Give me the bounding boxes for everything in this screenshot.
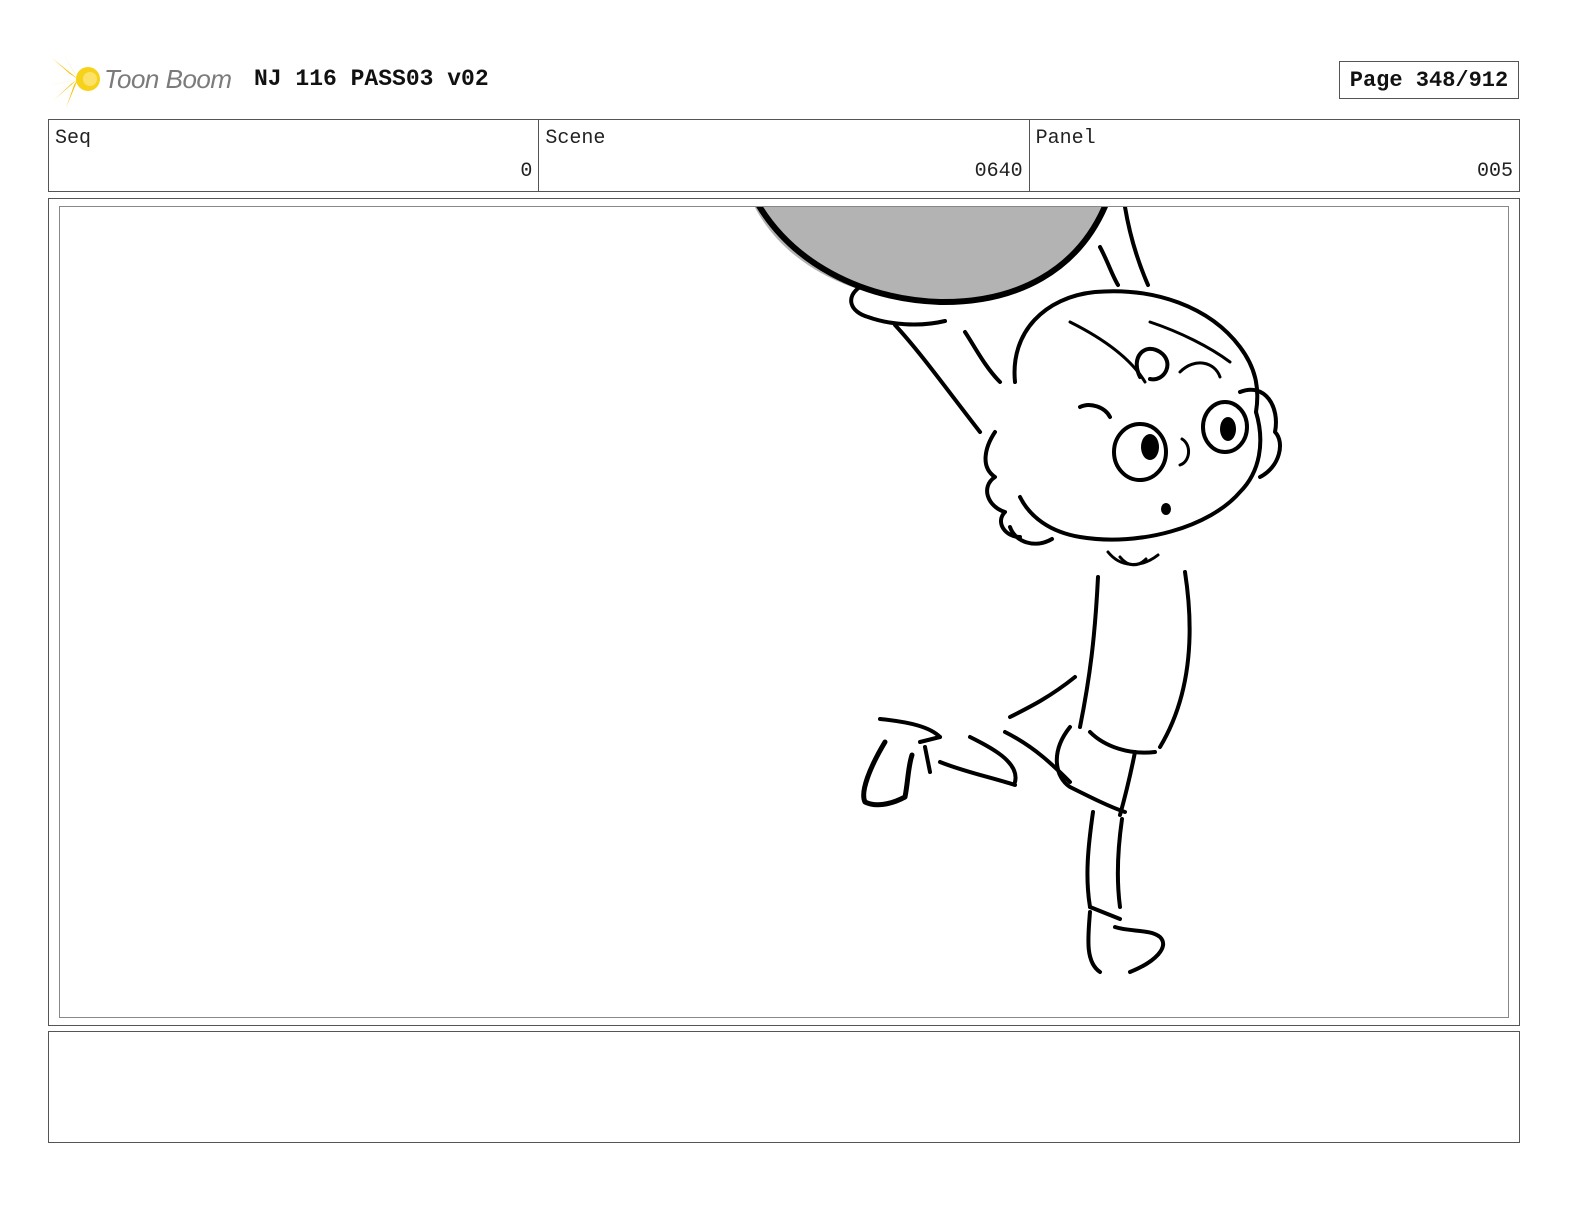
toon-boom-logo: Toon Boom [48,50,238,108]
scene-label: Scene [545,127,606,150]
notes-box [48,1031,1520,1143]
logo-text: Toon Boom [104,64,232,94]
document-title: NJ 116 PASS03 v02 [254,66,489,92]
seq-value: 0 [520,160,533,183]
panel-label: Panel [1035,127,1096,150]
page-counter: Page 348/912 [1339,61,1519,99]
scene-cell: Scene 0640 [539,120,1030,191]
storyboard-panel [48,198,1520,1026]
panel-frame [59,206,1509,1018]
panel-cell: Panel 005 [1030,120,1519,191]
scene-value: 0640 [974,160,1023,183]
seq-cell: Seq 0 [49,120,540,191]
character-sketch [754,207,1282,974]
info-row: Seq 0 Scene 0640 Panel 005 [48,119,1520,192]
starburst-icon [48,52,100,108]
seq-label: Seq [55,127,92,150]
panel-value: 005 [1476,160,1513,183]
